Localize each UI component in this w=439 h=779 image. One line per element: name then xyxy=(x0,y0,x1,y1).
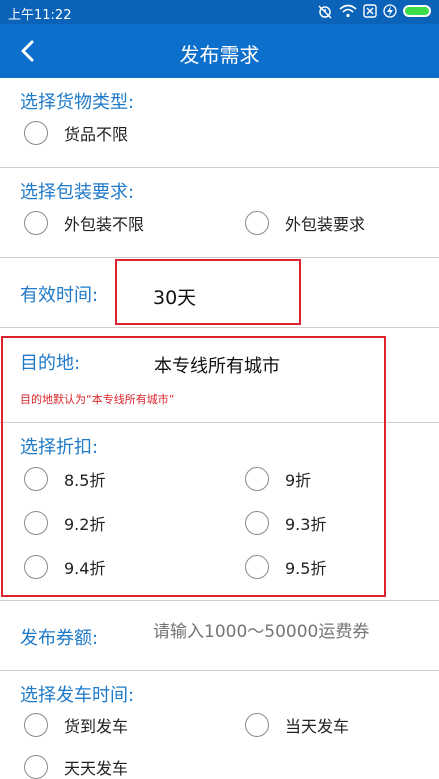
voucher-label: 发布券额: xyxy=(20,628,99,649)
destination-discount-highlight-box xyxy=(1,336,386,597)
departure-option-daily[interactable]: 天天发车 xyxy=(24,755,128,779)
radio-label: 当天发车 xyxy=(285,717,350,736)
alarm-icon xyxy=(318,5,332,19)
radio-label: 外包装要求 xyxy=(285,215,366,234)
packaging-option-required[interactable]: 外包装要求 xyxy=(245,211,365,235)
radio-label: 货到发车 xyxy=(64,717,129,736)
packaging-section: 选择包装要求: 外包装不限 外包装要求 xyxy=(0,168,439,258)
charging-icon xyxy=(383,4,397,18)
wifi-icon xyxy=(339,4,357,18)
radio-label: 货品不限 xyxy=(64,125,129,144)
departure-label: 选择发车时间: xyxy=(20,685,135,706)
departure-option-on-arrival[interactable]: 货到发车 xyxy=(24,713,128,737)
radio-label: 外包装不限 xyxy=(64,215,145,234)
valid-time-label: 有效时间: xyxy=(20,285,99,306)
voucher-amount-input[interactable] xyxy=(153,622,423,642)
page-title: 发布需求 xyxy=(179,43,260,67)
packaging-option-unlimited[interactable]: 外包装不限 xyxy=(24,211,144,235)
radio-icon xyxy=(245,211,269,235)
status-bar: 上午11:22 xyxy=(0,0,439,24)
radio-icon xyxy=(24,121,48,145)
status-time: 上午11:22 xyxy=(8,8,72,23)
goods-type-option-unlimited[interactable]: 货品不限 xyxy=(24,121,128,145)
sim-off-icon xyxy=(363,4,377,18)
departure-option-same-day[interactable]: 当天发车 xyxy=(245,713,349,737)
battery-icon xyxy=(403,5,431,17)
valid-time-highlight-box xyxy=(115,259,301,325)
radio-icon xyxy=(245,713,269,737)
status-icons xyxy=(317,3,431,19)
app-bar: 发布需求 xyxy=(0,24,439,78)
valid-time-value[interactable]: 30天 xyxy=(153,283,196,310)
goods-type-section: 选择货物类型: 货品不限 xyxy=(0,78,439,168)
radio-icon xyxy=(24,211,48,235)
departure-section: 选择发车时间: 货到发车 当天发车 天天发车 xyxy=(0,671,439,779)
radio-label: 天天发车 xyxy=(64,759,129,778)
packaging-label: 选择包装要求: xyxy=(20,182,135,203)
radio-icon xyxy=(24,755,48,779)
radio-icon xyxy=(24,713,48,737)
goods-type-label: 选择货物类型: xyxy=(20,92,135,113)
